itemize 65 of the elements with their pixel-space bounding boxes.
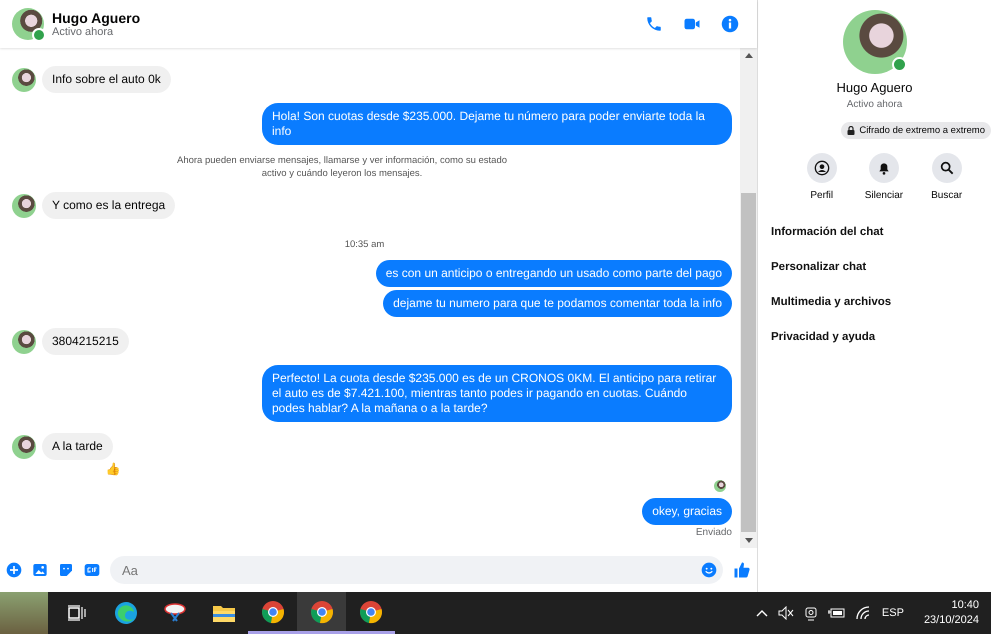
- camera-icon[interactable]: [804, 605, 818, 621]
- encryption-label: Cifrado de extremo a extremo: [859, 125, 985, 136]
- message-bubble: Perfecto! La cuota desde $235.000 es de un CRONOS 0KM. El anticipo para retirar el auto es de $7.421.100, mientras tanto podes ir pagando en cuotas. Cuándo podes hablar? A la mañana o a la tarde?: [262, 365, 732, 422]
- avatar: [12, 68, 36, 92]
- avatar: [12, 194, 36, 218]
- contact-name: Hugo Aguero: [52, 10, 140, 26]
- emoji-icon[interactable]: [701, 562, 717, 578]
- action-label: Buscar: [931, 190, 962, 201]
- message-bubble: A la tarde: [42, 433, 113, 460]
- avatar: [12, 434, 36, 458]
- sticker-icon[interactable]: [58, 562, 74, 578]
- battery-icon[interactable]: [828, 607, 846, 619]
- scrollbar-thumb[interactable]: [741, 193, 756, 532]
- message-input[interactable]: Aa: [120, 562, 701, 578]
- task-view-icon: [68, 605, 86, 621]
- search-button[interactable]: [932, 153, 962, 183]
- chrome-browser-icon: [358, 600, 382, 624]
- phone-icon[interactable]: [645, 15, 663, 33]
- avatar: [12, 330, 36, 354]
- mute-button[interactable]: [868, 153, 899, 183]
- sent-status: Enviado: [696, 527, 732, 538]
- chrome-browser-icon: [260, 600, 284, 624]
- plus-icon[interactable]: [6, 562, 22, 578]
- panel-section[interactable]: Personalizar chat: [771, 252, 991, 287]
- scroll-up-icon[interactable]: [744, 53, 752, 58]
- message-bubble: Y como es la entrega: [42, 192, 176, 219]
- start-button[interactable]: [0, 592, 48, 634]
- lock-icon: [847, 126, 856, 135]
- browser-icon: [114, 601, 138, 625]
- reaction-emoji: 👍: [106, 461, 121, 477]
- chrome-browser-icon: [310, 600, 334, 624]
- gif-icon[interactable]: [84, 562, 100, 578]
- profile-button[interactable]: [806, 153, 837, 183]
- info-icon[interactable]: [721, 15, 739, 33]
- message-bubble: 3804215215: [42, 328, 129, 355]
- action-label: Silenciar: [864, 190, 904, 201]
- contact-name: Hugo Aguero: [836, 80, 912, 95]
- search-icon: [938, 160, 955, 176]
- timestamp: 10:35 am: [344, 239, 384, 250]
- speaker-muted-icon[interactable]: [778, 606, 794, 620]
- thumbs-up-icon[interactable]: [733, 561, 751, 579]
- panel-section[interactable]: Información del chat: [771, 217, 991, 252]
- clock-date[interactable]: 23/10/2024: [924, 613, 979, 628]
- profile-icon: [814, 160, 830, 176]
- message-field[interactable]: Aa: [110, 556, 723, 584]
- message-bubble: dejame tu numero para que te podamos comentar toda la info: [383, 290, 732, 317]
- taskbar-app[interactable]: [297, 592, 346, 634]
- wifi-icon[interactable]: [856, 606, 872, 620]
- panel-section[interactable]: Multimedia y archivos: [771, 287, 991, 322]
- message-bubble: es con un anticipo o entregando un usado como parte del pago: [376, 260, 732, 287]
- action-label: Perfil: [810, 190, 834, 201]
- image-icon[interactable]: [32, 562, 48, 578]
- contact-status: Activo ahora: [52, 26, 114, 38]
- message-bubble: Hola! Son cuotas desde $235.000. Dejame tu número para poder enviarte toda la info: [262, 103, 732, 145]
- message-bubble: Info sobre el auto 0k: [42, 66, 171, 93]
- contact-status: Activo ahora: [846, 99, 902, 110]
- language-indicator[interactable]: ESP: [882, 607, 904, 619]
- system-notice: Ahora pueden enviarse mensajes, llamarse y ver información, como su estado activo y cuándo leyeron los mensajes.: [176, 154, 508, 180]
- message-bubble: okey, gracias: [642, 498, 732, 525]
- chevron-up-icon[interactable]: [756, 609, 768, 617]
- scroll-down-icon[interactable]: [744, 538, 752, 543]
- avatar: [12, 8, 44, 40]
- panel-section[interactable]: Privacidad y ayuda: [771, 322, 991, 357]
- clock-time[interactable]: 10:40: [951, 598, 979, 613]
- read-receipt-avatar: [714, 480, 726, 492]
